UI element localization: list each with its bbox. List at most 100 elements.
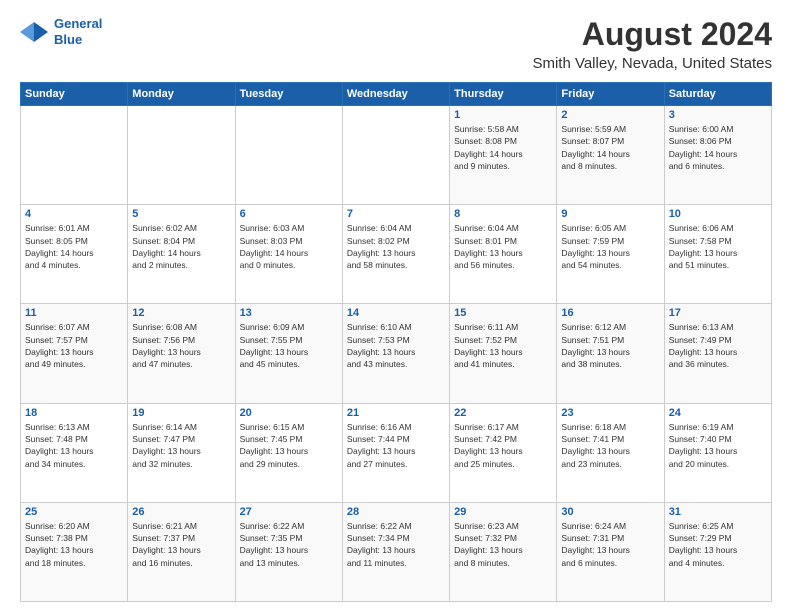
- calendar-cell: 3 Sunrise: 6:00 AM Sunset: 8:06 PM Daylig…: [664, 106, 771, 205]
- day-number: 13: [240, 307, 338, 319]
- day-number: 17: [669, 307, 767, 319]
- day-number: 3: [669, 109, 767, 121]
- calendar-cell: 22 Sunrise: 6:17 AM Sunset: 7:42 PM Dayli…: [450, 403, 557, 502]
- day-number: 1: [454, 109, 552, 121]
- day-number: 25: [25, 506, 123, 518]
- day-number: 10: [669, 208, 767, 220]
- calendar-cell: 26Sunrise: 6:21 AM Sunset: 7:37 PM Dayli…: [128, 502, 235, 601]
- calendar-cell: 25Sunrise: 6:20 AM Sunset: 7:38 PM Dayli…: [21, 502, 128, 601]
- day-info: Sunrise: 6:07 AM Sunset: 7:57 PM Dayligh…: [25, 321, 123, 370]
- day-info: Sunrise: 5:59 AM Sunset: 8:07 PM Dayligh…: [561, 123, 659, 172]
- calendar-cell: 23 Sunrise: 6:18 AM Sunset: 7:41 PM Dayli…: [557, 403, 664, 502]
- calendar-cell: 9 Sunrise: 6:05 AM Sunset: 7:59 PM Daylig…: [557, 205, 664, 304]
- calendar-week-4: 25Sunrise: 6:20 AM Sunset: 7:38 PM Dayli…: [21, 502, 772, 601]
- day-info: Sunrise: 6:04 AM Sunset: 8:01 PM Dayligh…: [454, 222, 552, 271]
- day-info: Sunrise: 6:12 AM Sunset: 7:51 PM Dayligh…: [561, 321, 659, 370]
- day-number: 20: [240, 407, 338, 419]
- calendar-cell: 28Sunrise: 6:22 AM Sunset: 7:34 PM Dayli…: [342, 502, 449, 601]
- day-info: Sunrise: 6:25 AM Sunset: 7:29 PM Dayligh…: [669, 520, 767, 569]
- day-info: Sunrise: 6:21 AM Sunset: 7:37 PM Dayligh…: [132, 520, 230, 569]
- title-block: August 2024 Smith Valley, Nevada, United…: [532, 16, 772, 72]
- calendar-cell: 2Sunrise: 5:59 AM Sunset: 8:07 PM Daylig…: [557, 106, 664, 205]
- day-number: 31: [669, 506, 767, 518]
- day-number: 11: [25, 307, 123, 319]
- day-info: Sunrise: 6:22 AM Sunset: 7:35 PM Dayligh…: [240, 520, 338, 569]
- day-number: 23: [561, 407, 659, 419]
- day-info: Sunrise: 5:58 AM Sunset: 8:08 PM Dayligh…: [454, 123, 552, 172]
- calendar-cell: 14 Sunrise: 6:10 AM Sunset: 7:53 PM Dayli…: [342, 304, 449, 403]
- weekday-header-tuesday: Tuesday: [235, 83, 342, 106]
- day-number: 22: [454, 407, 552, 419]
- calendar-cell: 11 Sunrise: 6:07 AM Sunset: 7:57 PM Dayli…: [21, 304, 128, 403]
- calendar-cell: [342, 106, 449, 205]
- calendar-cell: [21, 106, 128, 205]
- day-number: 14: [347, 307, 445, 319]
- calendar-cell: 16 Sunrise: 6:12 AM Sunset: 7:51 PM Dayli…: [557, 304, 664, 403]
- calendar-cell: 5 Sunrise: 6:02 AM Sunset: 8:04 PM Daylig…: [128, 205, 235, 304]
- calendar-cell: 18Sunrise: 6:13 AM Sunset: 7:48 PM Dayli…: [21, 403, 128, 502]
- day-info: Sunrise: 6:09 AM Sunset: 7:55 PM Dayligh…: [240, 321, 338, 370]
- calendar-cell: 10 Sunrise: 6:06 AM Sunset: 7:58 PM Dayli…: [664, 205, 771, 304]
- day-info: Sunrise: 6:10 AM Sunset: 7:53 PM Dayligh…: [347, 321, 445, 370]
- day-number: 8: [454, 208, 552, 220]
- day-number: 30: [561, 506, 659, 518]
- day-number: 15: [454, 307, 552, 319]
- weekday-header-friday: Friday: [557, 83, 664, 106]
- day-info: Sunrise: 6:24 AM Sunset: 7:31 PM Dayligh…: [561, 520, 659, 569]
- calendar-cell: [235, 106, 342, 205]
- calendar-table: SundayMondayTuesdayWednesdayThursdayFrid…: [20, 82, 772, 602]
- logo-text: General Blue: [54, 16, 102, 47]
- calendar-cell: 30 Sunrise: 6:24 AM Sunset: 7:31 PM Dayli…: [557, 502, 664, 601]
- day-info: Sunrise: 6:05 AM Sunset: 7:59 PM Dayligh…: [561, 222, 659, 271]
- logo-icon: [20, 20, 50, 44]
- day-number: 9: [561, 208, 659, 220]
- day-number: 21: [347, 407, 445, 419]
- day-info: Sunrise: 6:02 AM Sunset: 8:04 PM Dayligh…: [132, 222, 230, 271]
- day-number: 16: [561, 307, 659, 319]
- day-info: Sunrise: 6:06 AM Sunset: 7:58 PM Dayligh…: [669, 222, 767, 271]
- day-number: 6: [240, 208, 338, 220]
- calendar-cell: 17 Sunrise: 6:13 AM Sunset: 7:49 PM Dayli…: [664, 304, 771, 403]
- day-info: Sunrise: 6:19 AM Sunset: 7:40 PM Dayligh…: [669, 421, 767, 470]
- day-number: 12: [132, 307, 230, 319]
- calendar-cell: 1 Sunrise: 5:58 AM Sunset: 8:08 PM Daylig…: [450, 106, 557, 205]
- calendar-cell: 4 Sunrise: 6:01 AM Sunset: 8:05 PM Daylig…: [21, 205, 128, 304]
- calendar-cell: [128, 106, 235, 205]
- calendar-week-2: 11 Sunrise: 6:07 AM Sunset: 7:57 PM Dayli…: [21, 304, 772, 403]
- day-number: 28: [347, 506, 445, 518]
- day-info: Sunrise: 6:23 AM Sunset: 7:32 PM Dayligh…: [454, 520, 552, 569]
- day-number: 18: [25, 407, 123, 419]
- calendar-cell: 29 Sunrise: 6:23 AM Sunset: 7:32 PM Dayli…: [450, 502, 557, 601]
- weekday-header-thursday: Thursday: [450, 83, 557, 106]
- day-info: Sunrise: 6:13 AM Sunset: 7:49 PM Dayligh…: [669, 321, 767, 370]
- page: General Blue August 2024 Smith Valley, N…: [0, 0, 792, 612]
- day-info: Sunrise: 6:16 AM Sunset: 7:44 PM Dayligh…: [347, 421, 445, 470]
- day-info: Sunrise: 6:00 AM Sunset: 8:06 PM Dayligh…: [669, 123, 767, 172]
- day-number: 27: [240, 506, 338, 518]
- calendar-cell: 8 Sunrise: 6:04 AM Sunset: 8:01 PM Daylig…: [450, 205, 557, 304]
- day-info: Sunrise: 6:08 AM Sunset: 7:56 PM Dayligh…: [132, 321, 230, 370]
- calendar-cell: 21 Sunrise: 6:16 AM Sunset: 7:44 PM Dayli…: [342, 403, 449, 502]
- calendar-cell: 27 Sunrise: 6:22 AM Sunset: 7:35 PM Dayli…: [235, 502, 342, 601]
- calendar-cell: 13 Sunrise: 6:09 AM Sunset: 7:55 PM Dayli…: [235, 304, 342, 403]
- weekday-header-monday: Monday: [128, 83, 235, 106]
- weekday-header-wednesday: Wednesday: [342, 83, 449, 106]
- day-number: 4: [25, 208, 123, 220]
- main-title: August 2024: [532, 16, 772, 53]
- day-number: 5: [132, 208, 230, 220]
- day-info: Sunrise: 6:11 AM Sunset: 7:52 PM Dayligh…: [454, 321, 552, 370]
- calendar-cell: 20 Sunrise: 6:15 AM Sunset: 7:45 PM Dayli…: [235, 403, 342, 502]
- day-info: Sunrise: 6:15 AM Sunset: 7:45 PM Dayligh…: [240, 421, 338, 470]
- calendar-cell: 12 Sunrise: 6:08 AM Sunset: 7:56 PM Dayli…: [128, 304, 235, 403]
- logo: General Blue: [20, 16, 102, 47]
- calendar-week-1: 4 Sunrise: 6:01 AM Sunset: 8:05 PM Daylig…: [21, 205, 772, 304]
- header: General Blue August 2024 Smith Valley, N…: [20, 16, 772, 72]
- day-number: 29: [454, 506, 552, 518]
- calendar-cell: 31 Sunrise: 6:25 AM Sunset: 7:29 PM Dayli…: [664, 502, 771, 601]
- day-info: Sunrise: 6:01 AM Sunset: 8:05 PM Dayligh…: [25, 222, 123, 271]
- calendar-cell: 15 Sunrise: 6:11 AM Sunset: 7:52 PM Dayli…: [450, 304, 557, 403]
- day-info: Sunrise: 6:18 AM Sunset: 7:41 PM Dayligh…: [561, 421, 659, 470]
- day-number: 19: [132, 407, 230, 419]
- weekday-header-sunday: Sunday: [21, 83, 128, 106]
- day-info: Sunrise: 6:17 AM Sunset: 7:42 PM Dayligh…: [454, 421, 552, 470]
